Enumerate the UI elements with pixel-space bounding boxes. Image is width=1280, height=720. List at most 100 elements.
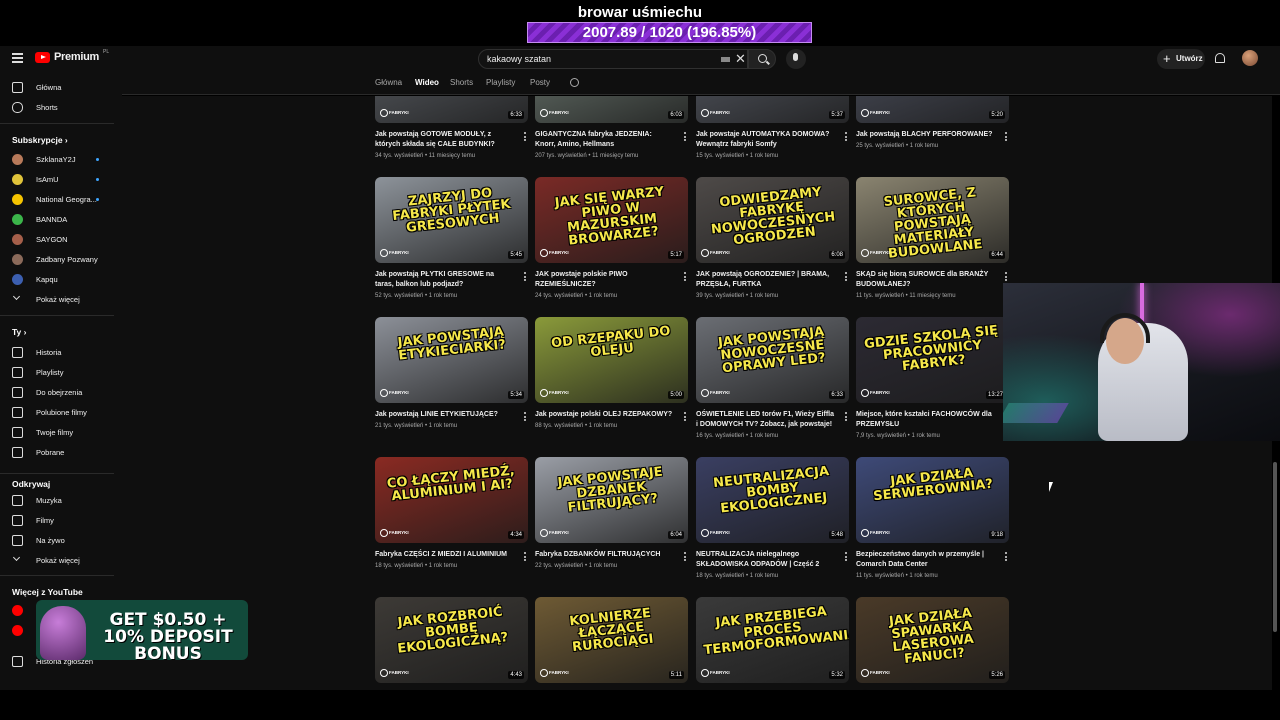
sidebar-item-like[interactable]: Polubione filmy	[0, 402, 122, 422]
video-thumbnail[interactable]: JAK POWSTAJĄ ETYKIECIARKI? FABRYKI 5:34	[375, 317, 528, 403]
sidebar-item-live[interactable]: Na żywo	[0, 530, 122, 550]
voice-search-button[interactable]	[786, 49, 806, 69]
more-actions-icon[interactable]	[684, 132, 686, 141]
video-title[interactable]: Jak powstają LINIE ETYKIETUJĄCE?	[375, 410, 513, 420]
more-actions-icon[interactable]	[1005, 552, 1007, 561]
video-thumbnail[interactable]: JAK DZIAŁA SPAWARKA LASEROWA FANUCI? FABR…	[856, 597, 1009, 683]
video-card[interactable]: NEUTRALIZACJA BOMBY EKOLOGICZNEJ FABRYKI 5…	[696, 457, 849, 579]
video-title[interactable]: Jak powstają PŁYTKI GRESOWE na taras, ba…	[375, 270, 513, 290]
create-button[interactable]: + Utwórz	[1157, 49, 1205, 69]
tab-główna[interactable]: Główna	[375, 78, 402, 87]
video-thumbnail[interactable]: ZAJRZYJ DO FABRYKI PŁYTEK GRESOWYCH FABRY…	[375, 177, 528, 263]
more-actions-icon[interactable]	[845, 552, 847, 561]
video-card[interactable]: OD RZEPAKU DO OLEJU FABRYKI 5:00 Jak powsta…	[535, 317, 688, 429]
menu-icon[interactable]	[12, 53, 23, 63]
video-thumbnail[interactable]: FABRYKI 5:20	[856, 96, 1009, 123]
keyboard-icon[interactable]	[721, 57, 730, 62]
video-title[interactable]: JAK powstaje polskie PIWO RZEMIEŚLNICZE?	[535, 270, 673, 290]
sidebar-channel-item[interactable]: National Geogra...	[0, 189, 122, 209]
video-title[interactable]: JAK powstają OGRODZENIE? | BRAMA, PRZĘSŁ…	[696, 270, 834, 290]
video-title[interactable]: OŚWIETLENIE LED torów F1, Wieży Eiffla i…	[696, 410, 834, 430]
subscriptions-show-more[interactable]: Pokaż więcej	[0, 289, 122, 309]
explore-show-more[interactable]: Pokaż więcej	[0, 550, 122, 570]
more-actions-icon[interactable]	[684, 552, 686, 561]
scrollbar-thumb[interactable]	[1273, 462, 1277, 632]
sidebar-item-your-videos[interactable]: Twoje filmy	[0, 422, 122, 442]
video-thumbnail[interactable]: FABRYKI 5:37	[696, 96, 849, 123]
youtube-studio-icon[interactable]	[12, 605, 23, 616]
video-title[interactable]: Fabryka DZBANKÓW FILTRUJĄCYCH	[535, 550, 673, 560]
search-button[interactable]	[748, 49, 776, 69]
video-thumbnail[interactable]: SUROWCE, Z KTÓRYCH POWSTAJĄ MATERIAŁY BU…	[856, 177, 1009, 263]
video-thumbnail[interactable]: FABRYKI 6:33	[375, 96, 528, 123]
more-actions-icon[interactable]	[845, 412, 847, 421]
channel-search-icon[interactable]	[570, 78, 579, 87]
tab-posty[interactable]: Posty	[530, 78, 550, 87]
video-title[interactable]: Jak powstają BLACHY PERFOROWANE?	[856, 130, 994, 140]
video-title[interactable]: Jak powstaje AUTOMATYKA DOMOWA? Wewnątrz…	[696, 130, 834, 150]
notifications-bell-icon[interactable]	[1215, 53, 1225, 63]
sidebar-channel-item[interactable]: IsAmU	[0, 169, 122, 189]
video-title[interactable]: Bezpieczeństwo danych w przemyśle | Coma…	[856, 550, 994, 570]
sidebar-channel-item[interactable]: SzklanaY2J	[0, 149, 122, 169]
more-actions-icon[interactable]	[845, 132, 847, 141]
video-card[interactable]: CO ŁĄCZY MIEDŹ, ALUMINIUM I AI? FABRYKI 4:…	[375, 457, 528, 569]
sidebar-channel-item[interactable]: Kapqu	[0, 269, 122, 289]
video-card[interactable]: JAK POWSTAJE DZBANEK FILTRUJĄCY? FABRYKI 6…	[535, 457, 688, 569]
sidebar-item-download[interactable]: Pobrane	[0, 442, 122, 462]
more-actions-icon[interactable]	[524, 132, 526, 141]
more-actions-icon[interactable]	[684, 412, 686, 421]
more-actions-icon[interactable]	[1005, 272, 1007, 281]
more-actions-icon[interactable]	[684, 272, 686, 281]
sidebar-channel-item[interactable]: BANNDA	[0, 209, 122, 229]
video-card[interactable]: JAK DZIAŁA SERWEROWNIA? FABRYKI 9:18 Bezpie…	[856, 457, 1009, 579]
video-card[interactable]: JAK SIĘ WARZY PIWO W MAZURSKIM BROWARZE?…	[535, 177, 688, 299]
sidebar-item-movies[interactable]: Filmy	[0, 510, 122, 530]
video-thumbnail[interactable]: NEUTRALIZACJA BOMBY EKOLOGICZNEJ FABRYKI 5…	[696, 457, 849, 543]
search-input[interactable]: kakaowy szatan ✕	[478, 49, 748, 69]
video-card[interactable]: GDZIE SZKOLĄ SIĘ PRACOWNICY FABRYK? FABRY…	[856, 317, 1009, 439]
sidebar-item-shorts[interactable]: Shorts	[0, 97, 122, 117]
video-title[interactable]: Jak powstaje polski OLEJ RZEPAKOWY?	[535, 410, 673, 420]
tab-shorts[interactable]: Shorts	[450, 78, 473, 87]
tab-wideo[interactable]: Wideo	[415, 78, 439, 87]
more-actions-icon[interactable]	[845, 272, 847, 281]
video-thumbnail[interactable]: FABRYKI 6:03	[535, 96, 688, 123]
video-thumbnail[interactable]: ODWIEDZAMY FABRYKĘ NOWOCZESNYCH OGRODZEŃ…	[696, 177, 849, 263]
video-card[interactable]: KOLNIERZE ŁĄCZĄCE RUROCIĄGI FABRYKI 5:11	[535, 597, 688, 683]
more-actions-icon[interactable]	[524, 552, 526, 561]
more-actions-icon[interactable]	[524, 412, 526, 421]
youtube-music-icon[interactable]	[12, 625, 23, 636]
sidebar-item-watch-later[interactable]: Do obejrzenia	[0, 382, 122, 402]
video-card[interactable]: FABRYKI 6:03 GIGANTYCZNA fabryka JEDZENIA:…	[535, 96, 688, 159]
sidebar-item-history[interactable]: Historia	[0, 342, 122, 362]
account-avatar[interactable]	[1242, 50, 1258, 66]
video-card[interactable]: FABRYKI 5:20 Jak powstają BLACHY PERFOROWA…	[856, 96, 1009, 149]
video-card[interactable]: JAK DZIAŁA SPAWARKA LASEROWA FANUCI? FABR…	[856, 597, 1009, 683]
video-thumbnail[interactable]: JAK DZIAŁA SERWEROWNIA? FABRYKI 9:18	[856, 457, 1009, 543]
video-thumbnail[interactable]: KOLNIERZE ŁĄCZĄCE RUROCIĄGI FABRYKI 5:11	[535, 597, 688, 683]
video-card[interactable]: FABRYKI 6:33 Jak powstają GOTOWE MODUŁY, z…	[375, 96, 528, 159]
sidebar-item-home[interactable]: Główna	[0, 77, 122, 97]
sidebar-channel-item[interactable]: Zadbany Pozwany	[0, 249, 122, 269]
tab-playlisty[interactable]: Playlisty	[486, 78, 515, 87]
video-thumbnail[interactable]: JAK POWSTAJĄ NOWOCZESNE OPRAWY LED? FABRY…	[696, 317, 849, 403]
video-title[interactable]: NEUTRALIZACJA nielegalnego SKŁADOWISKA O…	[696, 550, 834, 570]
video-title[interactable]: SKĄD się biorą SUROWCE dla BRANŻY BUDOWL…	[856, 270, 994, 290]
video-card[interactable]: JAK POWSTAJĄ ETYKIECIARKI? FABRYKI 5:34 Jak…	[375, 317, 528, 429]
video-thumbnail[interactable]: JAK POWSTAJE DZBANEK FILTRUJĄCY? FABRYKI 6…	[535, 457, 688, 543]
sidebar-item-playlist[interactable]: Playlisty	[0, 362, 122, 382]
more-actions-icon[interactable]	[1005, 132, 1007, 141]
video-thumbnail[interactable]: JAK ROZBROIĆ BOMBĘ EKOLOGICZNĄ? FABRYKI 4:…	[375, 597, 528, 683]
video-card[interactable]: JAK ROZBROIĆ BOMBĘ EKOLOGICZNĄ? FABRYKI 4:…	[375, 597, 528, 683]
video-title[interactable]: Jak powstają GOTOWE MODUŁY, z których sk…	[375, 130, 513, 150]
video-card[interactable]: ZAJRZYJ DO FABRYKI PŁYTEK GRESOWYCH FABRY…	[375, 177, 528, 299]
video-title[interactable]: Miejsce, które kształci FACHOWCÓW dla PR…	[856, 410, 994, 430]
video-thumbnail[interactable]: JAK SIĘ WARZY PIWO W MAZURSKIM BROWARZE?…	[535, 177, 688, 263]
video-thumbnail[interactable]: CO ŁĄCZY MIEDŹ, ALUMINIUM I AI? FABRYKI 4:…	[375, 457, 528, 543]
video-title[interactable]: GIGANTYCZNA fabryka JEDZENIA: Knorr, Ami…	[535, 130, 673, 150]
video-thumbnail[interactable]: GDZIE SZKOLĄ SIĘ PRACOWNICY FABRYK? FABRY…	[856, 317, 1009, 403]
video-card[interactable]: ODWIEDZAMY FABRYKĘ NOWOCZESNYCH OGRODZEŃ…	[696, 177, 849, 299]
subscriptions-heading[interactable]: Subskrypcje ›	[12, 135, 68, 145]
more-actions-icon[interactable]	[524, 272, 526, 281]
